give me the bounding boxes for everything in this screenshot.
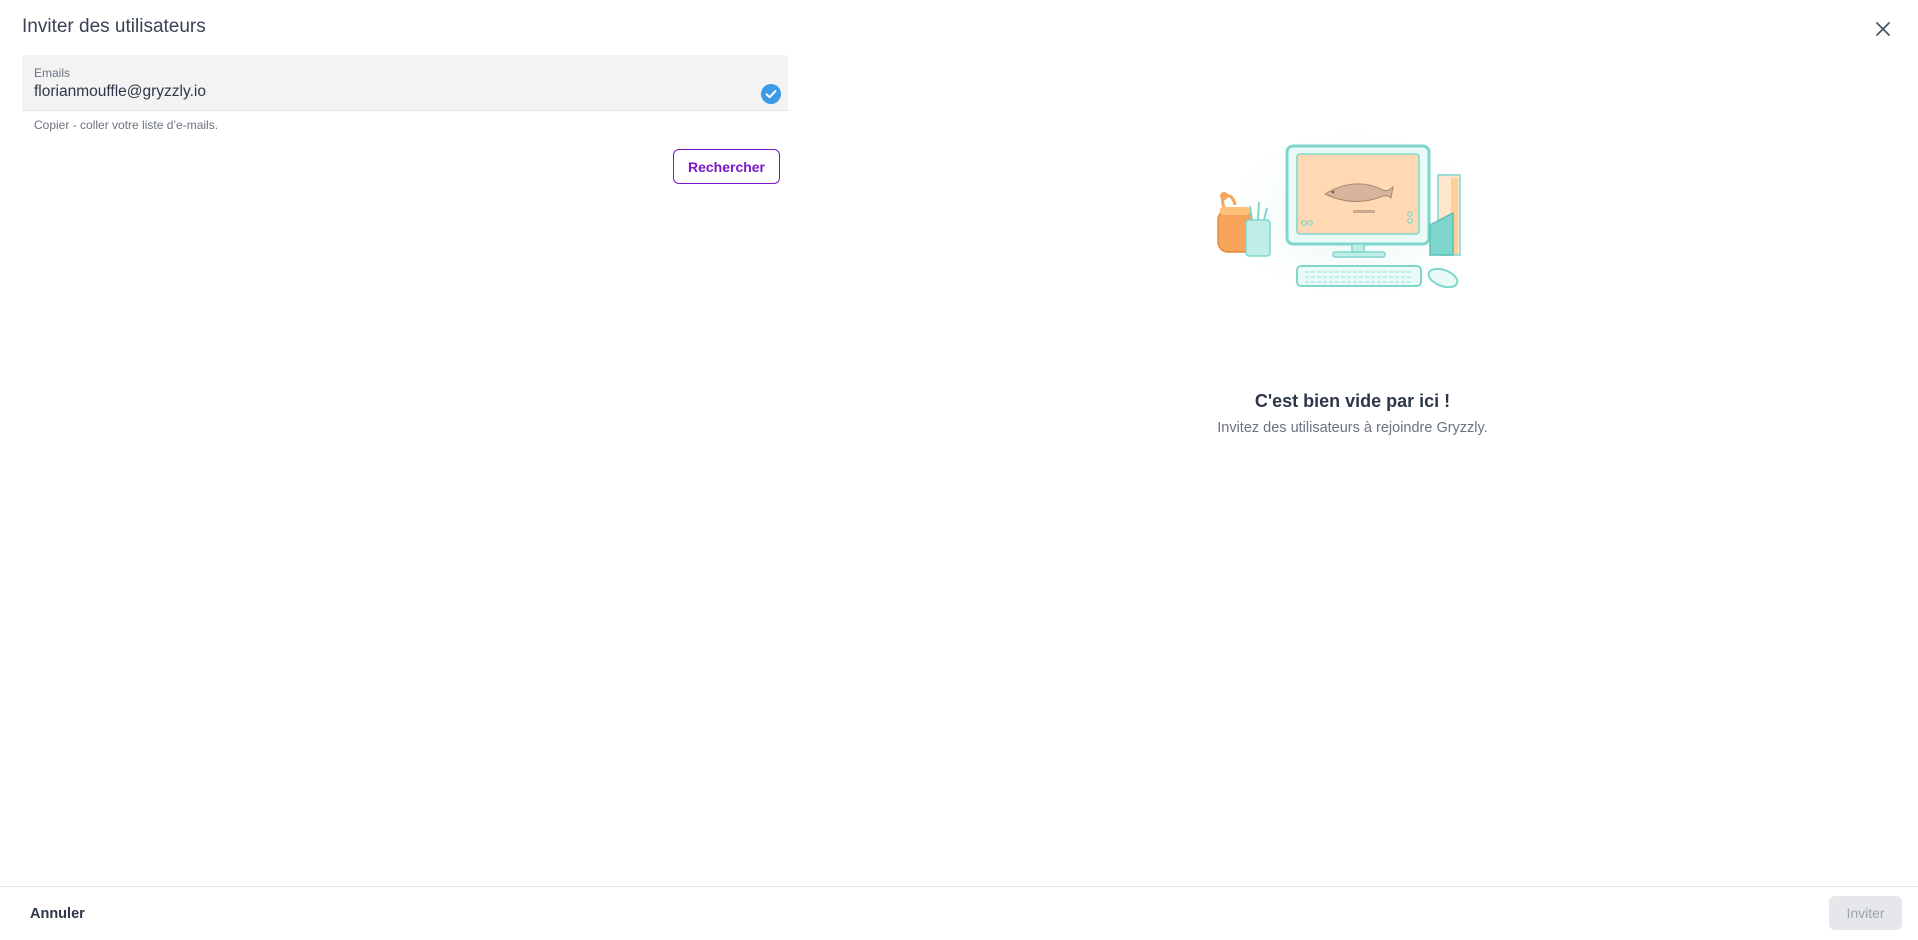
- close-icon: [1876, 22, 1890, 36]
- empty-state-title: C'est bien vide par ici !: [1254, 391, 1451, 411]
- email-field[interactable]: Emails florianmouffle@gryzzly.io: [22, 55, 788, 111]
- invite-users-dialog: Inviter des utilisateurs Emails florianm…: [0, 0, 1918, 940]
- cancel-button[interactable]: Annuler: [30, 906, 85, 922]
- email-field-label: Emails: [34, 66, 71, 80]
- dialog-title: Inviter des utilisateurs: [22, 16, 206, 37]
- invite-button[interactable]: Inviter: [1829, 896, 1902, 930]
- close-button[interactable]: [1872, 18, 1894, 40]
- check-circle-icon: [761, 84, 781, 104]
- email-helper-text: Copier - coller votre liste d’e-mails.: [34, 118, 219, 132]
- empty-state-subtitle: Invitez des utilisateurs à rejoindre Gry…: [1217, 420, 1488, 436]
- computer-desk-illustration: [1205, 115, 1505, 315]
- search-button[interactable]: Rechercher: [673, 149, 780, 184]
- dialog-footer: Annuler Inviter: [0, 886, 1918, 940]
- email-field-value[interactable]: florianmouffle@gryzzly.io: [34, 83, 206, 101]
